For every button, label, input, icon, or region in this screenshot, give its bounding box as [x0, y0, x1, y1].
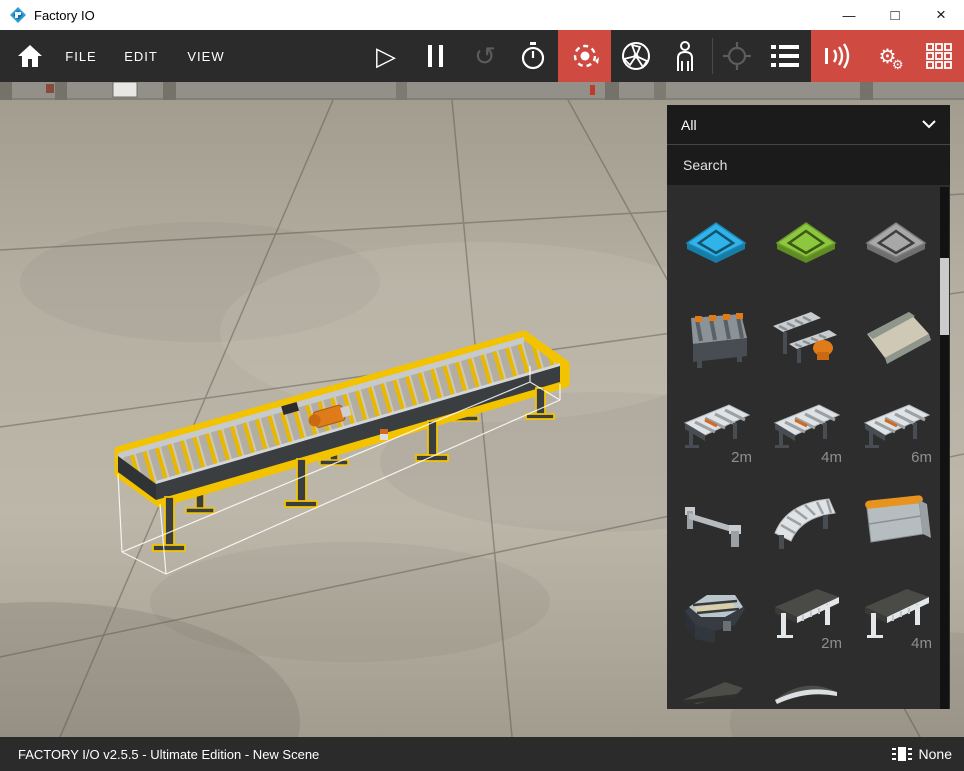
search-input[interactable]: Search: [667, 145, 950, 185]
category-value: All: [681, 117, 697, 133]
part-chute[interactable]: [851, 290, 941, 383]
time-scale-button[interactable]: [514, 30, 552, 82]
part-length-label: 6m: [911, 449, 932, 466]
menu-file[interactable]: FILE: [58, 30, 104, 82]
statusbar: FACTORY I/O v2.5.5 - Ultimate Edition - …: [0, 737, 964, 771]
minimize-button[interactable]: —: [826, 0, 872, 30]
play-icon: ▷: [376, 43, 396, 69]
part-belt-conveyor-2m[interactable]: 2m: [761, 569, 851, 662]
main-toolbar: FILE EDIT VIEW ▷ ↺: [0, 30, 964, 82]
part-roller-conveyor-6m[interactable]: 6m: [851, 383, 941, 476]
wall-sign: [46, 84, 54, 93]
part-chain-transfer[interactable]: [671, 290, 761, 383]
drivers-gear-icon: ⚙⚙: [879, 44, 897, 69]
parts-grid: 2m 4m: [667, 185, 950, 709]
orbit-camera-button[interactable]: [558, 30, 611, 82]
driver-indicator[interactable]: None: [892, 746, 952, 762]
sensor-tags-button[interactable]: [811, 30, 862, 82]
conveyor-warning-sticker: [380, 429, 388, 440]
part-stackable-lid-green[interactable]: [761, 197, 851, 290]
window-title: Factory IO: [34, 8, 95, 23]
orbit-camera-icon: [570, 41, 600, 71]
category-dropdown[interactable]: All: [667, 105, 950, 145]
target-icon: [723, 42, 751, 70]
part-roller-conveyor-2m[interactable]: 2m: [671, 383, 761, 476]
part-length-label: 4m: [911, 635, 932, 652]
reset-button[interactable]: ↺: [466, 30, 504, 82]
menu-view[interactable]: VIEW: [183, 30, 229, 82]
reset-icon: ↺: [474, 43, 496, 69]
pause-button[interactable]: [416, 30, 454, 82]
parts-palette-icon: [926, 43, 952, 69]
part-length-label: 2m: [731, 449, 752, 466]
pause-icon: [428, 45, 432, 67]
stopwatch-icon: [520, 42, 546, 70]
part-flat-partial[interactable]: [671, 662, 761, 709]
toolbar-red-group: ⚙⚙: [811, 30, 964, 82]
scene-viewport[interactable]: All Search: [0, 82, 964, 737]
app-version-text: FACTORY I/O v2.5.5 - Ultimate Edition - …: [18, 747, 319, 762]
part-stackable-lid-gray[interactable]: [851, 197, 941, 290]
search-placeholder: Search: [683, 157, 727, 173]
home-button[interactable]: [12, 30, 48, 82]
first-person-camera-icon: [674, 41, 696, 71]
part-curved-roller-conveyor[interactable]: [761, 476, 851, 569]
part-curved-belt-partial[interactable]: [761, 662, 851, 709]
part-length-label: 4m: [821, 449, 842, 466]
driver-value: None: [919, 746, 952, 762]
menu-edit[interactable]: EDIT: [118, 30, 164, 82]
focus-target-button[interactable]: [715, 30, 759, 82]
fire-extinguisher: [590, 85, 595, 95]
part-belt-conveyor-4m[interactable]: 4m: [851, 569, 941, 662]
factory-io-logo-icon: [10, 7, 26, 23]
tag-list-icon: [771, 44, 799, 68]
sensor-wave-icon: [822, 42, 852, 70]
play-button[interactable]: ▷: [366, 30, 406, 82]
first-person-camera-button[interactable]: [661, 30, 709, 82]
chevron-down-icon: [922, 120, 936, 129]
maximize-button[interactable]: □: [872, 0, 918, 30]
part-stackable-lid-blue[interactable]: [671, 197, 761, 290]
part-turntable[interactable]: [671, 569, 761, 662]
home-icon: [18, 45, 42, 67]
part-conveyor-support[interactable]: [671, 476, 761, 569]
parts-panel: All Search: [667, 105, 950, 710]
part-side-guard[interactable]: [851, 476, 941, 569]
panel-scrollbar-thumb[interactable]: [940, 258, 949, 335]
tag-list-button[interactable]: [762, 30, 808, 82]
titlebar: Factory IO — □ ×: [0, 0, 964, 30]
warehouse-wall: [0, 82, 964, 102]
fly-camera-icon: [621, 41, 651, 71]
panel-scrollbar[interactable]: [940, 187, 949, 709]
close-button[interactable]: ×: [918, 0, 964, 30]
part-roller-transfer-motor[interactable]: [761, 290, 851, 383]
parts-palette-button[interactable]: [913, 30, 964, 82]
drivers-button[interactable]: ⚙⚙: [862, 30, 913, 82]
part-roller-conveyor-4m[interactable]: 4m: [761, 383, 851, 476]
part-length-label: 2m: [821, 635, 842, 652]
driver-chip-icon: [892, 746, 912, 762]
app-window: Factory IO — □ × FILE EDIT VIEW ▷ ↺: [0, 0, 964, 771]
toolbar-divider: [712, 38, 713, 74]
fly-camera-button[interactable]: [613, 30, 659, 82]
warehouse-door: [113, 82, 137, 97]
